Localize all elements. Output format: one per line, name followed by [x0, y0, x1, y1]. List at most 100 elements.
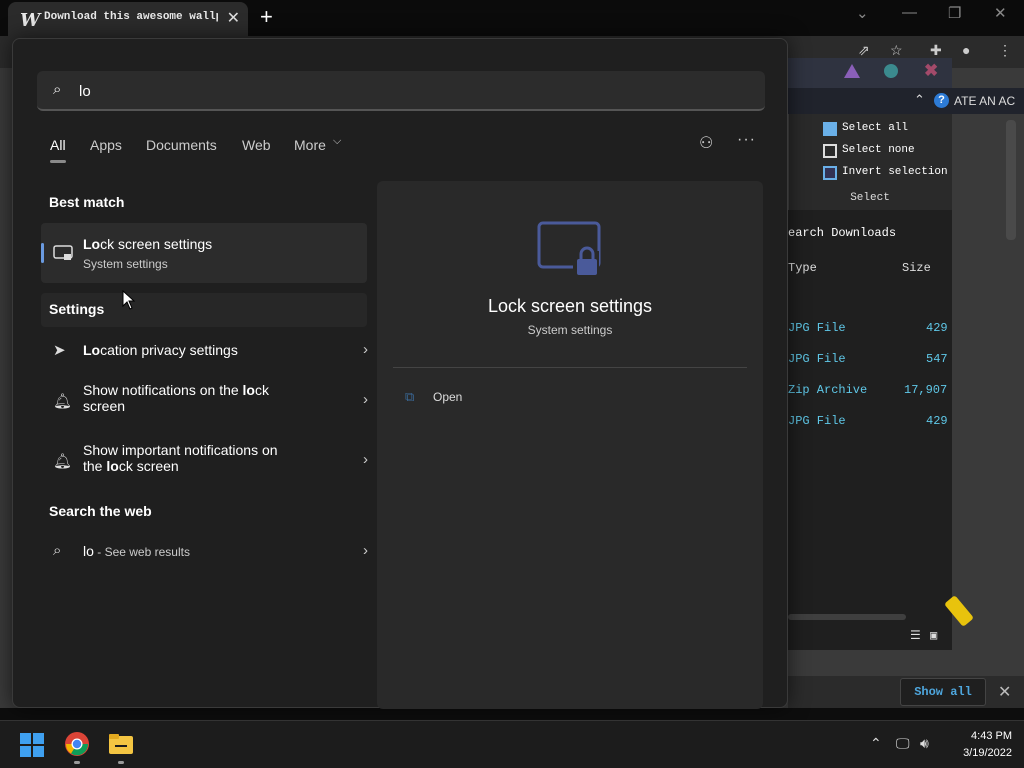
- bell-icon: 🔔︎: [53, 453, 73, 470]
- search-downloads-label: earch Downloads: [788, 226, 897, 240]
- search-web-header: Search the web: [49, 503, 152, 519]
- windows-start-icon[interactable]: [20, 733, 44, 757]
- result-title: lo - See web results: [83, 543, 190, 559]
- chevron-right-icon: ›: [363, 391, 368, 408]
- browser-tab[interactable]: W Download this awesome wallpaper ✕: [8, 2, 248, 36]
- create-account-text[interactable]: ATE AN AC: [954, 94, 1015, 108]
- filter-tab-all[interactable]: All: [50, 137, 66, 153]
- column-type[interactable]: Type: [788, 261, 817, 275]
- minimize-button[interactable]: —: [902, 4, 917, 21]
- filter-tab-web[interactable]: Web: [242, 137, 271, 153]
- close-window-button[interactable]: ✕: [994, 4, 1007, 22]
- download-bar-close-button[interactable]: ✕: [998, 682, 1011, 702]
- tab-title: Download this awesome wallpaper: [44, 11, 218, 23]
- selection-indicator: [41, 243, 44, 263]
- mouse-cursor-icon: [122, 290, 136, 310]
- divider: [393, 367, 747, 368]
- result-title: Lock screen settings: [83, 236, 213, 252]
- preview-title: Lock screen settings: [487, 296, 653, 316]
- select-all-icon: [823, 122, 837, 136]
- filter-tab-apps[interactable]: Apps: [90, 137, 122, 153]
- best-match-header: Best match: [49, 194, 125, 210]
- tab-search-icon[interactable]: ⌄: [856, 4, 869, 22]
- result-title: Location privacy settings: [83, 342, 238, 358]
- open-action[interactable]: Open: [433, 390, 462, 404]
- site-favicon-icon: W: [20, 10, 41, 31]
- running-indicator: [118, 761, 124, 764]
- file-type[interactable]: JPG File: [788, 414, 846, 428]
- search-input[interactable]: [79, 77, 729, 105]
- close-tab-button[interactable]: ✕: [227, 8, 240, 28]
- share-icon[interactable]: ⇗: [858, 42, 870, 59]
- circle-icon[interactable]: [884, 64, 898, 78]
- clock-time[interactable]: 4:43 PM: [944, 730, 1012, 742]
- filter-tab-documents[interactable]: Documents: [146, 137, 217, 153]
- tiles-view-icon[interactable]: ▣: [930, 628, 937, 643]
- profile-icon[interactable]: ●: [962, 42, 970, 58]
- chevron-down-icon: ⌵: [333, 135, 342, 147]
- column-size[interactable]: Size: [902, 261, 931, 275]
- network-icon[interactable]: 🖵︎: [896, 735, 910, 752]
- taskbar: ⌃ 🖵︎ 🔊︎ 4:43 PM 3/19/2022: [0, 720, 1024, 768]
- chevron-up-icon[interactable]: ⌃: [870, 735, 882, 752]
- details-view-icon[interactable]: ☰: [910, 628, 921, 643]
- best-match-result[interactable]: Lock screen settings System settings: [41, 223, 367, 283]
- page-scrollbar[interactable]: [1006, 120, 1016, 240]
- lock-screen-icon: [537, 221, 601, 275]
- file-type[interactable]: Zip Archive: [788, 383, 867, 397]
- file-explorer-icon[interactable]: [108, 731, 134, 757]
- account-icon[interactable]: ⚇: [699, 133, 713, 153]
- triangle-icon[interactable]: [844, 64, 860, 78]
- file-size: 17,907: [904, 383, 948, 397]
- file-size: 429: [926, 414, 948, 428]
- star-icon[interactable]: ☆: [890, 42, 903, 59]
- invert-selection-button[interactable]: Invert selection: [842, 166, 948, 178]
- result-title: Show important notifications on the lock …: [83, 442, 278, 474]
- preview-subtitle: System settings: [527, 323, 613, 337]
- settings-result-notifications-lock-screen[interactable]: 🔔︎ Show notifications on the lock screen …: [41, 377, 368, 431]
- chrome-icon[interactable]: [64, 731, 90, 757]
- more-options-button[interactable]: ···: [737, 131, 756, 149]
- search-icon: ⌕: [53, 81, 62, 98]
- browser-tab-strip: W Download this awesome wallpaper ✕ + ⌄ …: [0, 0, 1024, 36]
- game-icon-bar: ✖: [788, 58, 952, 88]
- file-list-scrollbar[interactable]: [788, 614, 906, 620]
- new-tab-button[interactable]: +: [260, 4, 273, 30]
- settings-result-important-notifications[interactable]: 🔔︎ Show important notifications on the lo…: [41, 437, 368, 491]
- location-icon: ➤: [53, 342, 66, 359]
- invert-selection-icon: [823, 166, 837, 180]
- show-all-button[interactable]: Show all: [900, 678, 986, 706]
- help-icon[interactable]: ?: [934, 93, 949, 108]
- settings-result-location-privacy[interactable]: ➤ Location privacy settings ›: [41, 331, 368, 371]
- chevron-up-icon[interactable]: ⌃: [914, 92, 925, 108]
- file-type[interactable]: JPG File: [788, 352, 846, 366]
- chevron-right-icon: ›: [363, 341, 368, 358]
- bell-icon: 🔔︎: [53, 393, 73, 410]
- settings-header: Settings: [49, 301, 105, 317]
- file-size: 547: [926, 352, 948, 366]
- preview-pane: Lock screen settings System settings ⧉ O…: [377, 181, 763, 709]
- running-indicator: [74, 761, 80, 764]
- search-icon: ⌕: [53, 542, 62, 559]
- select-all-button[interactable]: Select all: [842, 122, 908, 134]
- active-tab-indicator: [50, 160, 66, 163]
- extensions-icon[interactable]: ✚: [930, 42, 942, 59]
- lock-screen-icon: [53, 245, 73, 260]
- search-box[interactable]: ⌕: [37, 71, 765, 111]
- search-panel: ⌕ All Apps Documents Web More ⌵ ⚇ ··· Be…: [12, 38, 788, 709]
- file-size: 429: [926, 321, 948, 335]
- file-type[interactable]: JPG File: [788, 321, 846, 335]
- clock-date[interactable]: 3/19/2022: [944, 747, 1012, 759]
- cross-icon[interactable]: ✖: [924, 61, 938, 81]
- menu-icon[interactable]: ⋮: [998, 42, 1012, 59]
- chevron-right-icon: ›: [363, 542, 368, 559]
- volume-icon[interactable]: 🔊︎: [920, 735, 929, 752]
- web-search-result[interactable]: ⌕ lo - See web results ›: [41, 537, 368, 567]
- restore-button[interactable]: ❐: [948, 4, 961, 22]
- result-subtitle: System settings: [83, 257, 168, 271]
- file-list: earch Downloads Type Size JPG File 429 J…: [788, 210, 952, 650]
- select-none-icon: [823, 144, 837, 158]
- select-none-button[interactable]: Select none: [842, 144, 915, 156]
- filter-tab-more[interactable]: More: [294, 137, 326, 153]
- chevron-right-icon: ›: [363, 451, 368, 468]
